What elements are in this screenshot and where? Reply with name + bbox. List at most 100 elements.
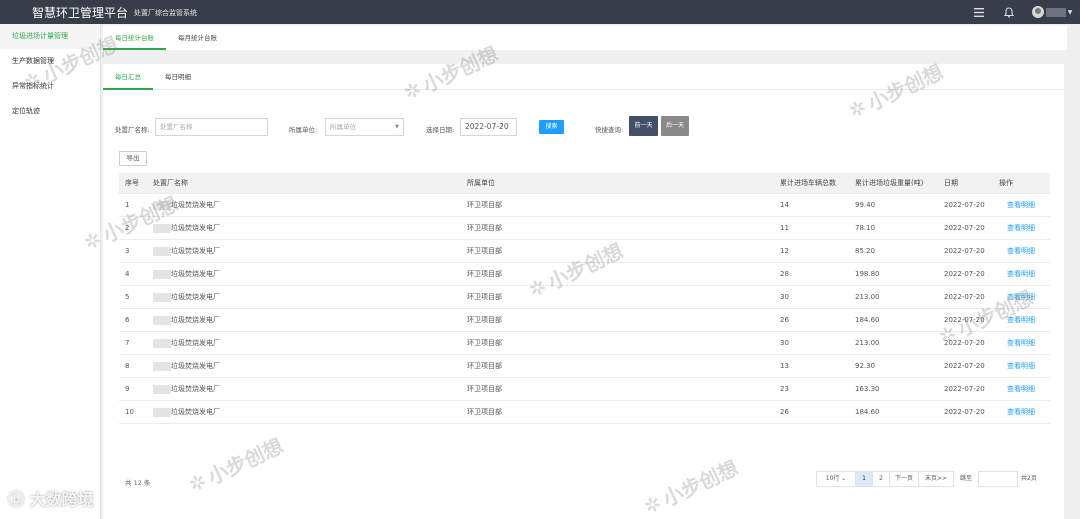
view-detail-link[interactable]: 查看明细 (1007, 240, 1035, 263)
cell-vehicle-count: 30 (780, 293, 789, 301)
view-detail-link[interactable]: 查看明细 (1007, 355, 1035, 378)
column-header: 日期 (944, 179, 958, 187)
redacted-text (153, 200, 171, 210)
cell-plant-name: 垃圾焚烧发电厂 (153, 286, 220, 309)
sidebar-item-anomaly-stats[interactable]: 异常指标统计 (0, 74, 100, 99)
brand-subtitle: 处置厂综合监管系统 (134, 9, 198, 17)
cell-index: 5 (125, 293, 130, 301)
cell-date: 2022-07-20 (944, 247, 985, 255)
last-page-button[interactable]: 末页>> (918, 471, 954, 487)
plant-name-text: 垃圾焚烧发电厂 (171, 385, 220, 393)
cell-index: 2 (125, 224, 130, 232)
cell-unit: 环卫项目部 (467, 247, 502, 255)
view-detail-link[interactable]: 查看明细 (1007, 263, 1035, 286)
redacted-text (153, 223, 171, 233)
view-detail-link[interactable]: 查看明细 (1007, 378, 1035, 401)
cell-unit: 环卫项目部 (467, 224, 502, 232)
sidebar-item-intake-metering[interactable]: 垃圾进场计量管理 (0, 24, 100, 49)
bell-icon[interactable] (994, 0, 1024, 24)
view-detail-link[interactable]: 查看明细 (1007, 332, 1035, 355)
sidebar-item-location-track[interactable]: 定位轨迹 (0, 99, 100, 124)
plant-name-text: 垃圾焚烧发电厂 (171, 293, 220, 301)
export-button[interactable]: 导出 (119, 151, 147, 166)
page-button-2[interactable]: 2 (872, 471, 890, 487)
page-size-value: 10行 (825, 475, 840, 482)
cell-date: 2022-07-20 (944, 362, 985, 370)
cell-vehicle-count: 26 (780, 316, 789, 324)
jump-label: 跳至 (960, 475, 973, 482)
cell-date: 2022-07-20 (944, 385, 985, 393)
cell-index: 7 (125, 339, 130, 347)
table-row: 8 垃圾焚烧发电厂 环卫项目部 13 92.30 2022-07-20 查看明细 (119, 355, 1050, 378)
cell-weight: 213.00 (855, 293, 880, 301)
view-detail-link[interactable]: 查看明细 (1007, 194, 1035, 217)
content-panel: 每日汇总 每日明细 处置厂名称: 处置厂名称 所属单位: 所属单位 ▼ 选择日期… (103, 64, 1064, 519)
plant-name-input[interactable]: 处置厂名称 (155, 118, 268, 136)
corner-logo: ⓑ 大数跨境 (8, 490, 94, 509)
redacted-text (153, 338, 171, 348)
pagination: 10行 ⌄ 1 2 下一页 末页>> 跳至 共2页 (816, 471, 1037, 487)
table-row: 1 垃圾焚烧发电厂 环卫项目部 14 99.40 2022-07-20 查看明细 (119, 194, 1050, 217)
redacted-text (153, 361, 171, 371)
tab-daily-detail[interactable]: 每日明细 (153, 64, 203, 90)
view-detail-link[interactable]: 查看明细 (1007, 286, 1035, 309)
tab-daily-ledger[interactable]: 每日统计台账 (103, 26, 166, 50)
cell-weight: 184.60 (855, 316, 880, 324)
cell-unit: 环卫项目部 (467, 408, 502, 416)
cell-date: 2022-07-20 (944, 316, 985, 324)
cell-plant-name: 垃圾焚烧发电厂 (153, 378, 220, 401)
date-label: 选择日期: (426, 126, 455, 134)
plant-name-text: 垃圾焚烧发电厂 (171, 270, 220, 278)
cell-date: 2022-07-20 (944, 224, 985, 232)
unit-select[interactable]: 所属单位 ▼ (325, 118, 404, 136)
plant-name-text: 垃圾焚烧发电厂 (171, 316, 220, 324)
previous-day-button[interactable]: 前一天 (629, 116, 658, 136)
cell-unit: 环卫项目部 (467, 201, 502, 209)
sidebar-item-production-data[interactable]: 生产数据管理 (0, 49, 100, 74)
caret-down-icon: ▼ (1067, 8, 1073, 16)
jump-page-input[interactable] (978, 471, 1019, 487)
cell-vehicle-count: 11 (780, 224, 789, 232)
main-content: 每日统计台账 每月统计台账 每日汇总 每日明细 处置厂名称: 处置厂名称 所属单… (103, 24, 1080, 519)
cell-weight: 99.40 (855, 201, 876, 209)
table-row: 2 垃圾焚烧发电厂 环卫项目部 11 78.10 2022-07-20 查看明细 (119, 217, 1050, 240)
redacted-text (153, 292, 171, 302)
redacted-text (153, 269, 171, 279)
page-button-1[interactable]: 1 (855, 471, 873, 487)
view-detail-link[interactable]: 查看明细 (1007, 401, 1035, 424)
cell-plant-name: 垃圾焚烧发电厂 (153, 263, 220, 286)
page-size-select[interactable]: 10行 ⌄ (816, 471, 856, 487)
cell-unit: 环卫项目部 (467, 362, 502, 370)
plant-name-text: 垃圾焚烧发电厂 (171, 247, 220, 255)
table-row: 4 垃圾焚烧发电厂 环卫项目部 28 198.80 2022-07-20 查看明细 (119, 263, 1050, 286)
next-day-button[interactable]: 后一天 (661, 116, 689, 136)
tab-daily-summary[interactable]: 每日汇总 (103, 64, 153, 90)
column-header: 处置厂名称 (153, 179, 188, 187)
view-detail-link[interactable]: 查看明细 (1007, 217, 1035, 240)
cell-vehicle-count: 28 (780, 270, 789, 278)
cell-plant-name: 垃圾焚烧发电厂 (153, 194, 220, 217)
cell-unit: 环卫项目部 (467, 339, 502, 347)
plant-label: 处置厂名称: (115, 126, 150, 134)
cell-vehicle-count: 26 (780, 408, 789, 416)
cell-index: 4 (125, 270, 130, 278)
total-count: 共 12 条 (125, 479, 151, 487)
top-bar: 智慧环卫管理平台 处置厂综合监管系统 ▼ (0, 0, 1080, 24)
cell-index: 9 (125, 385, 130, 393)
user-menu[interactable]: ▼ (1024, 0, 1080, 24)
search-button[interactable]: 搜索 (539, 120, 564, 134)
cell-weight: 213.00 (855, 339, 880, 347)
menu-icon[interactable] (964, 0, 994, 24)
cell-vehicle-count: 12 (780, 247, 789, 255)
view-detail-link[interactable]: 查看明细 (1007, 309, 1035, 332)
tab-monthly-ledger[interactable]: 每月统计台账 (166, 26, 229, 50)
avatar (1031, 6, 1044, 18)
unit-label: 所属单位: (289, 126, 318, 134)
top-tabs: 每日统计台账 每月统计台账 (103, 26, 1067, 50)
cell-weight: 92.30 (855, 362, 876, 370)
table-row: 9 垃圾焚烧发电厂 环卫项目部 23 163.30 2022-07-20 查看明细 (119, 378, 1050, 401)
cell-unit: 环卫项目部 (467, 316, 502, 324)
date-input[interactable]: 2022-07-20 (460, 118, 517, 136)
cell-plant-name: 垃圾焚烧发电厂 (153, 401, 220, 424)
next-page-button[interactable]: 下一页 (889, 471, 919, 487)
